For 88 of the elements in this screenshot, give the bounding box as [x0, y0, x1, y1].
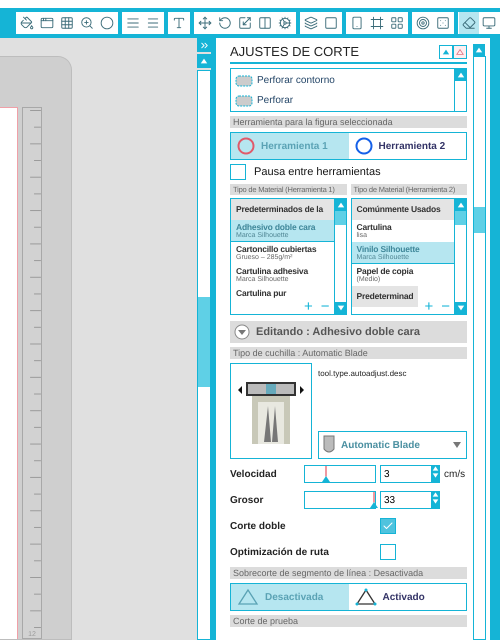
toolbar-button[interactable] [459, 12, 479, 34]
section-header: Corte de prueba [230, 615, 467, 627]
collapse-button[interactable] [439, 44, 453, 58]
section-header: Herramienta para la figura seleccionada [230, 116, 467, 128]
section-header: Sobrecorte de segmento de línea : Desactivada [230, 567, 467, 579]
perforation-icon [235, 93, 253, 107]
slider[interactable] [304, 465, 376, 483]
list-group-header: Predeterminad [352, 286, 418, 307]
move-icon [198, 16, 212, 30]
scale-icon [238, 16, 252, 30]
up-arrow-icon [432, 465, 439, 472]
list-group-header: Comúnmente Usados [352, 199, 454, 220]
scroll-up-button[interactable] [455, 69, 467, 81]
action-item[interactable]: Perforar [235, 91, 450, 109]
expand-circle-icon [234, 324, 250, 340]
triangle-corners-icon [354, 588, 376, 606]
scroll-thumb[interactable] [334, 211, 346, 225]
blade-dropdown[interactable]: Automatic Blade [318, 431, 467, 459]
slider-thumb[interactable] [368, 492, 379, 508]
columns-icon [258, 16, 272, 30]
paint-bucket-icon [20, 16, 34, 30]
up-arrow-icon [457, 71, 465, 79]
unit-label: cm/s [444, 468, 466, 480]
square-icon [324, 16, 338, 30]
chevrons-right-icon [198, 40, 210, 50]
down-arrow-icon [432, 498, 439, 505]
setting-label: Grosor [230, 494, 264, 506]
check-icon [382, 520, 394, 532]
scroll-thumb[interactable] [474, 207, 485, 233]
scroll-down-button[interactable] [455, 302, 466, 314]
up-arrow-icon [475, 46, 483, 54]
target-icon [416, 16, 430, 30]
down-arrow-icon [432, 472, 439, 479]
scroll-thumb[interactable] [198, 297, 210, 387]
down-arrow-icon [336, 304, 344, 312]
up-arrow-icon [200, 57, 208, 65]
scroll-down-button[interactable] [334, 302, 346, 314]
circle-icon [100, 16, 114, 30]
scroll-up-button[interactable] [473, 44, 485, 56]
scroll-thumb[interactable] [455, 211, 466, 225]
section-header: Tipo de cuchilla : Automatic Blade [230, 347, 467, 359]
list-group-header: Predeterminados de la [231, 199, 334, 220]
up-arrow-icon [336, 201, 344, 209]
rotate-icon [218, 16, 232, 30]
setting-label: Velocidad [230, 468, 278, 480]
spin-buttons[interactable] [432, 491, 440, 509]
blade-description: tool.type.autoadjust.desc [318, 369, 408, 378]
spin-buttons[interactable] [432, 465, 440, 483]
blade-icon [323, 435, 335, 455]
number-field[interactable]: 33 [380, 491, 432, 509]
triangle-icon [237, 588, 259, 606]
scrollbar[interactable] [473, 56, 486, 640]
frame-icon [370, 16, 384, 30]
text-icon [172, 16, 186, 30]
action-item[interactable]: Perforar contorno [235, 71, 450, 89]
device-icon [350, 16, 364, 30]
settings-icon [278, 16, 292, 30]
layout-grid-icon [390, 16, 404, 30]
scrollbar[interactable] [197, 70, 211, 640]
scroll-up-button[interactable] [197, 54, 211, 68]
checkbox-label: Pausa entre herramientas [254, 166, 381, 178]
panel-title: AJUSTES DE CORTE [230, 44, 360, 59]
setting-label: Corte doble [230, 520, 287, 532]
eraser-icon [462, 16, 476, 30]
perforation-icon [235, 73, 253, 87]
up-arrow-icon [457, 201, 465, 209]
checkbox[interactable] [230, 164, 246, 180]
layers-icon [304, 16, 318, 30]
checkbox[interactable] [380, 544, 396, 560]
menu-icon [146, 16, 160, 30]
scroll-up-button[interactable] [334, 199, 346, 211]
setting-label: Optimización de ruta [230, 546, 330, 558]
collapse-all-button[interactable] [453, 44, 467, 58]
down-arrow-icon [457, 304, 465, 312]
grid-icon [60, 16, 74, 30]
scroll-up-button[interactable] [455, 199, 466, 211]
up-arrow-icon [432, 491, 439, 498]
editing-bar[interactable]: Editando : Adhesivo doble cara [230, 321, 467, 343]
number-field[interactable]: 3 [380, 465, 432, 483]
checkbox[interactable] [380, 518, 396, 534]
window-icon [40, 16, 54, 30]
dropdown-arrow-icon [452, 440, 462, 450]
lines-icon [126, 16, 140, 30]
dots-icon [436, 16, 450, 30]
zoom-icon [80, 16, 94, 30]
slider-thumb[interactable] [321, 466, 331, 482]
slider[interactable] [304, 491, 376, 509]
monitor-icon [482, 16, 496, 30]
